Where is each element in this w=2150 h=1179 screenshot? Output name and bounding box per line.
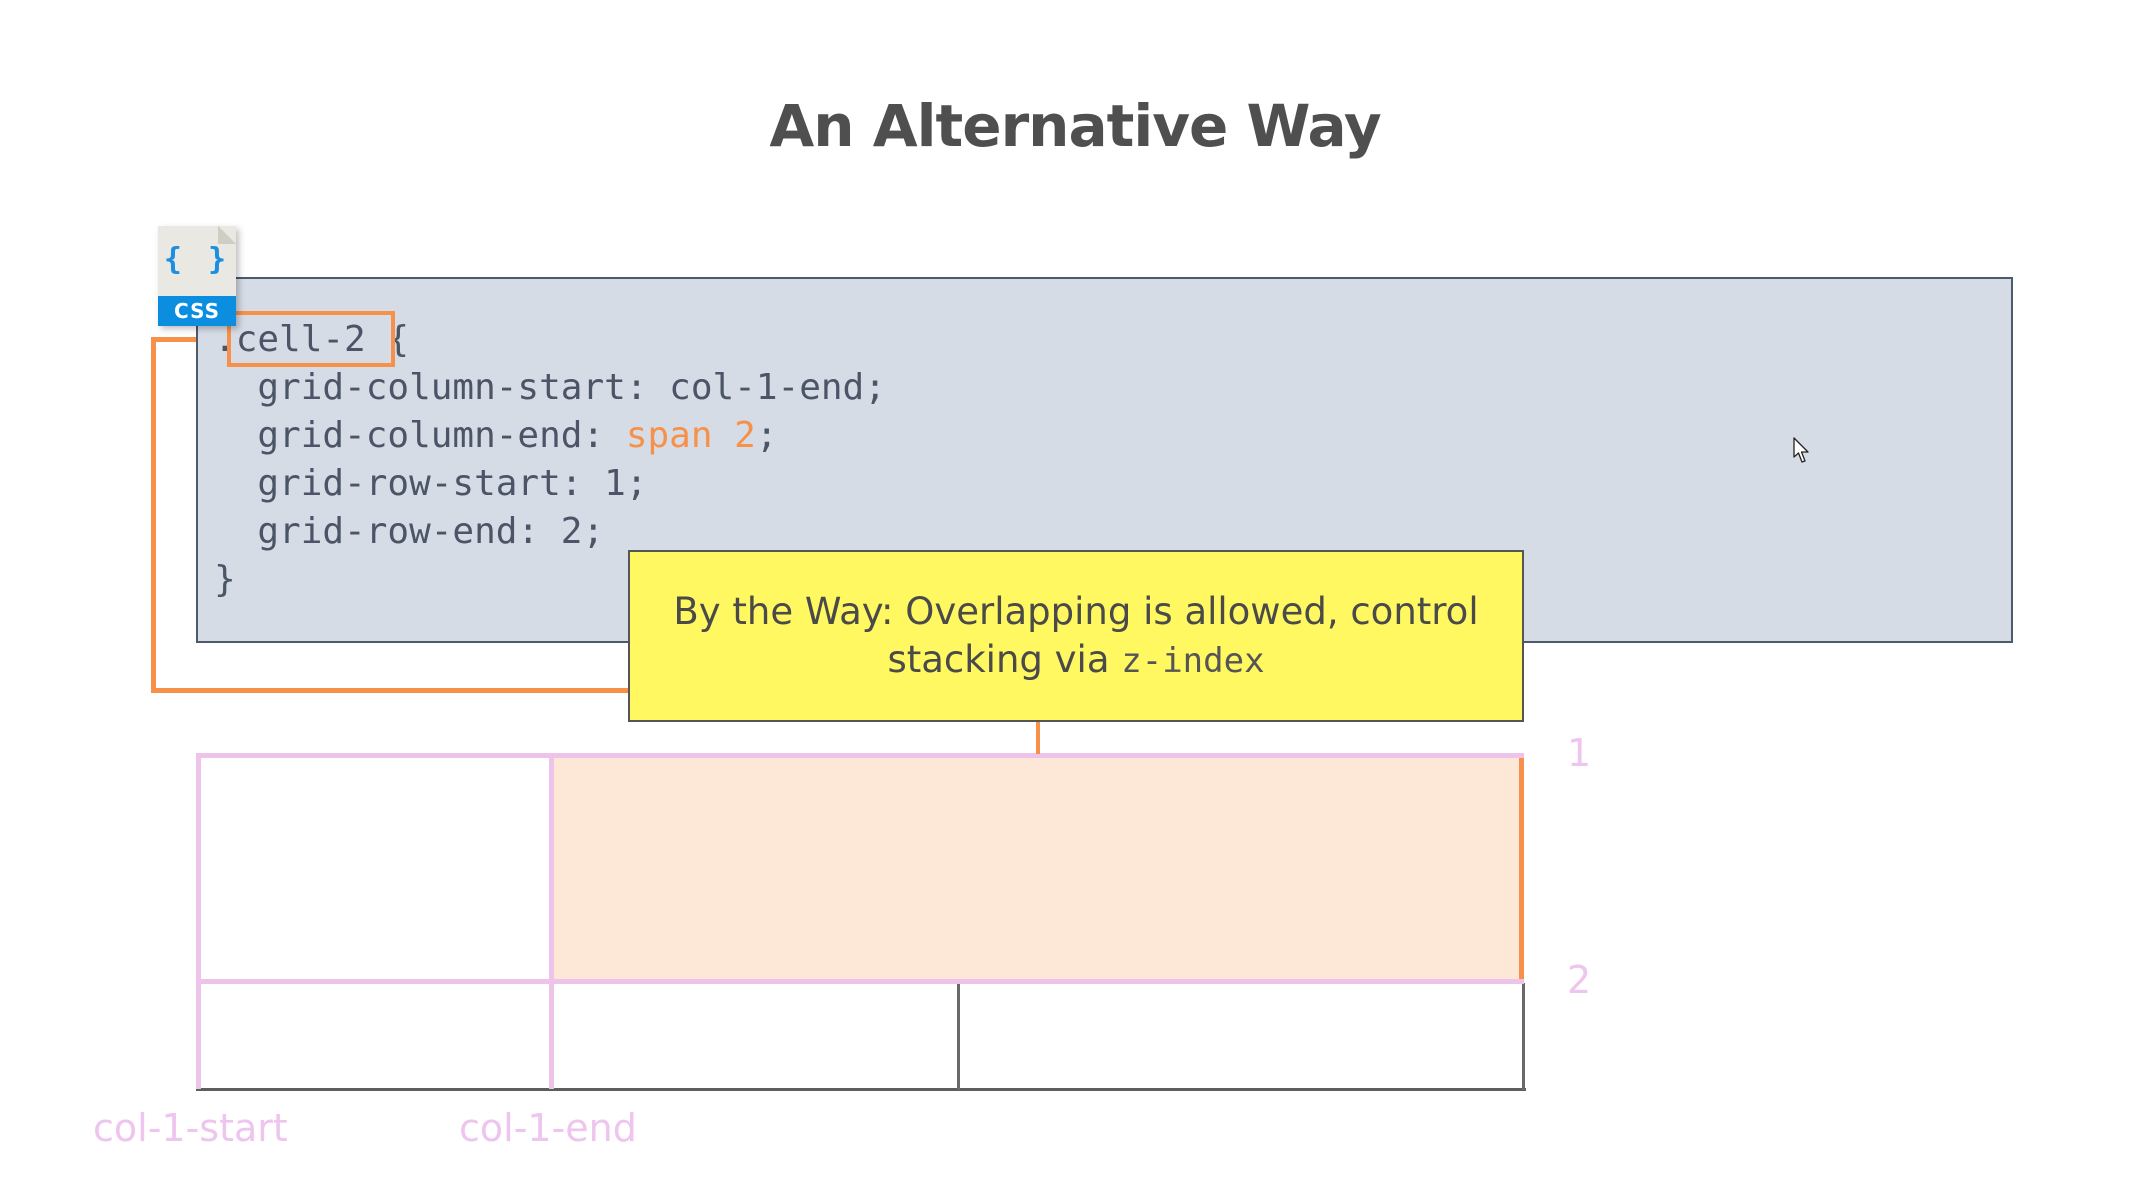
column-label-start: col-1-start <box>93 1106 288 1150</box>
grid-line-col-3 <box>957 983 960 1090</box>
braces-icon: { } <box>163 242 231 277</box>
callout-note: By the Way: Overlapping is allowed, cont… <box>628 550 1524 722</box>
css-badge-label: CSS <box>158 296 236 326</box>
semicolon: ; <box>755 415 778 456</box>
grid-right-line <box>1522 983 1525 1090</box>
code-line-column-start: grid-column-start: col-1-end; <box>214 367 886 408</box>
code-line-row-start: grid-row-start: 1; <box>214 463 648 504</box>
span-value: span 2 <box>625 415 756 456</box>
grid-line-col-1-end <box>549 753 554 1089</box>
highlighted-grid-cell <box>550 753 1524 981</box>
slide-title: An Alternative Way <box>769 92 1381 160</box>
grid-row-line-1 <box>196 753 1524 758</box>
row-label-1: 1 <box>1567 731 1592 775</box>
grid-bottom-line <box>196 1088 1526 1091</box>
callout-text-wrap: By the Way: Overlapping is allowed, cont… <box>660 588 1492 685</box>
mouse-cursor-icon <box>1793 437 1809 463</box>
property-name: grid-column-end: <box>214 415 626 456</box>
css-file-icon: { } CSS <box>158 226 236 326</box>
callout-connector <box>1036 722 1040 754</box>
row-label-2: 2 <box>1567 958 1592 1002</box>
grid-line-col-1-start <box>196 753 201 1089</box>
callout-text: By the Way: Overlapping is allowed, cont… <box>673 589 1479 681</box>
code-line-row-end: grid-row-end: 2; <box>214 511 605 552</box>
column-label-end: col-1-end <box>459 1106 637 1150</box>
code-line-column-end: grid-column-end: span 2; <box>214 412 886 460</box>
grid-row-line-2 <box>196 979 1524 984</box>
selector-highlight-box <box>227 311 395 367</box>
callout-code: z-index <box>1121 640 1265 681</box>
